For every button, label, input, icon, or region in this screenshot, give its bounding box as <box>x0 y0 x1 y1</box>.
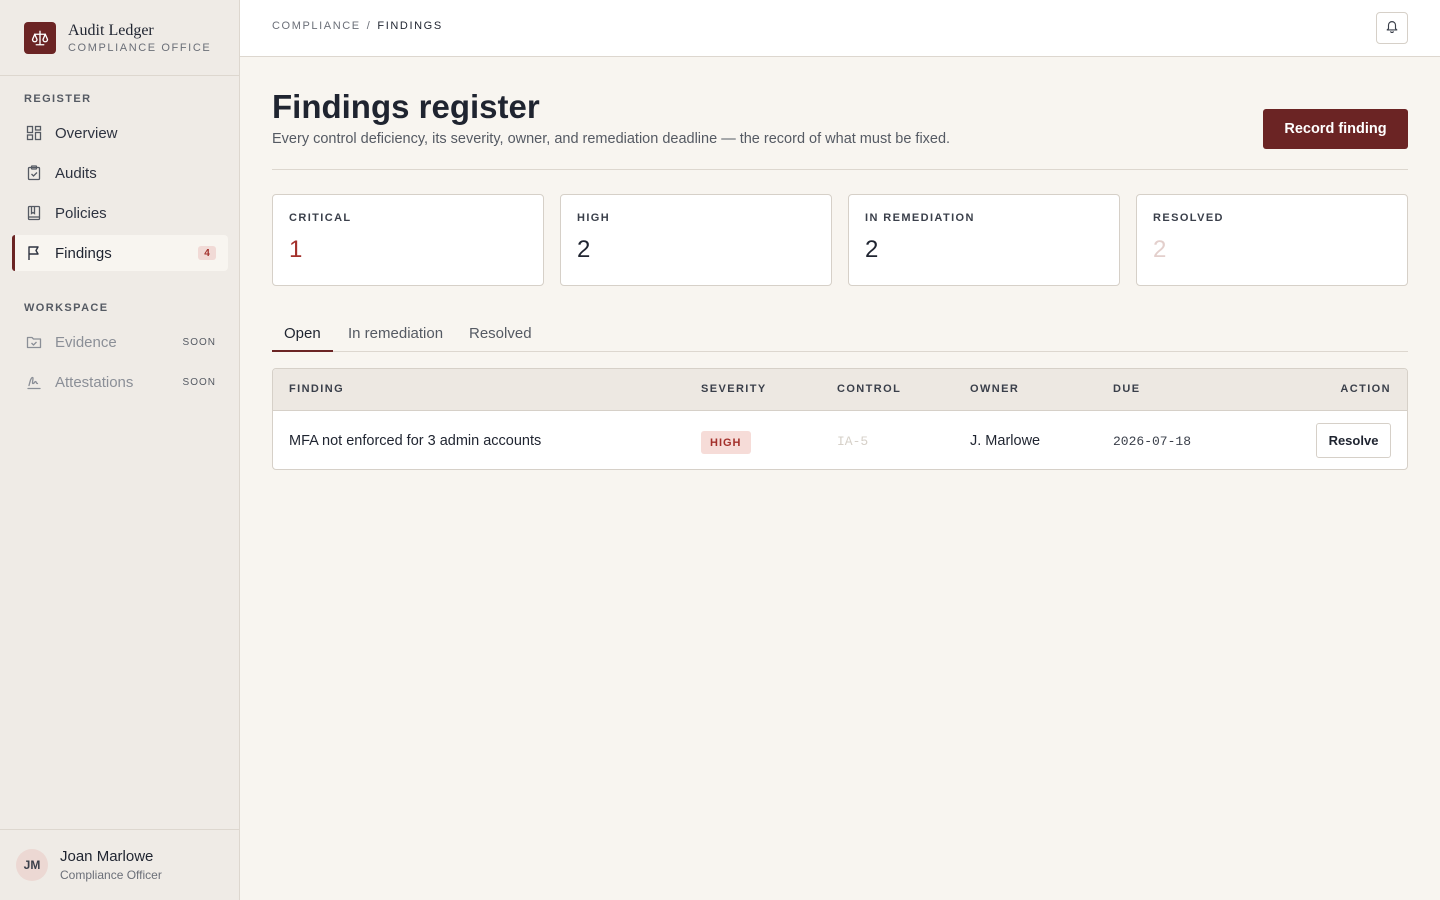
sidebar-item-label: Policies <box>55 204 107 222</box>
tab-open[interactable]: Open <box>272 325 333 352</box>
resolve-button[interactable]: Resolve <box>1316 423 1391 458</box>
brand: Audit Ledger COMPLIANCE OFFICE <box>0 0 239 76</box>
clipboard-check-icon <box>26 165 42 181</box>
sidebar-item-evidence: Evidence SOON <box>12 324 228 360</box>
bell-icon <box>1385 19 1399 38</box>
owner-name: J. Marlowe <box>970 433 1041 449</box>
sidebar-item-audits[interactable]: Audits <box>12 155 228 191</box>
column-header-action: ACTION <box>1340 383 1391 395</box>
control-id: IA-5 <box>837 434 869 449</box>
tab-in-remediation[interactable]: In remediation <box>336 325 455 352</box>
due-date: 2026-07-18 <box>1113 434 1192 449</box>
brand-subtitle: COMPLIANCE OFFICE <box>68 41 212 54</box>
stat-value: 1 <box>289 236 303 263</box>
divider <box>272 169 1408 170</box>
stat-card-high: HIGH 2 <box>560 194 832 286</box>
dashboard-grid-icon <box>26 125 42 141</box>
section-label-register: REGISTER <box>24 93 92 105</box>
brand-title: Audit Ledger <box>68 21 154 39</box>
sidebar-item-label: Overview <box>55 124 118 142</box>
sidebar-item-label: Evidence <box>55 333 117 351</box>
stat-value: 2 <box>865 236 879 263</box>
stat-label: HIGH <box>577 212 611 224</box>
sidebar: Audit Ledger COMPLIANCE OFFICE REGISTER … <box>0 0 240 900</box>
section-label-workspace: WORKSPACE <box>24 302 109 314</box>
sidebar-item-label: Findings <box>55 244 112 262</box>
user-role: Compliance Officer <box>60 868 162 882</box>
column-header-control: CONTROL <box>837 383 902 395</box>
stat-value: 2 <box>1153 236 1167 263</box>
signature-icon <box>26 374 42 390</box>
breadcrumb-current: FINDINGS <box>377 20 443 32</box>
sidebar-item-policies[interactable]: Policies <box>12 195 228 231</box>
sidebar-item-overview[interactable]: Overview <box>12 115 228 151</box>
notifications-button[interactable] <box>1376 12 1408 44</box>
table-header: FINDING SEVERITY CONTROL OWNER DUE ACTIO… <box>273 369 1407 411</box>
soon-tag: SOON <box>182 376 216 388</box>
stats-row: CRITICAL 1 HIGH 2 IN REMEDIATION 2 RESOL… <box>272 194 1408 286</box>
breadcrumb-parent[interactable]: COMPLIANCE <box>272 20 361 32</box>
finding-title: MFA not enforced for 3 admin accounts <box>289 433 542 449</box>
page-title: Findings register <box>272 88 540 125</box>
findings-count-badge: 4 <box>198 246 216 260</box>
column-header-finding: FINDING <box>289 383 345 395</box>
column-header-severity: SEVERITY <box>701 383 767 395</box>
stat-card-in-remediation: IN REMEDIATION 2 <box>848 194 1120 286</box>
user-name: Joan Marlowe <box>60 848 154 865</box>
scales-icon <box>24 21 56 54</box>
stat-card-critical: CRITICAL 1 <box>272 194 544 286</box>
topbar: COMPLIANCE / FINDINGS <box>240 0 1440 57</box>
findings-tabs: Open In remediation Resolved <box>272 319 1408 352</box>
breadcrumb: COMPLIANCE / FINDINGS <box>272 20 443 32</box>
breadcrumb-separator: / <box>366 20 372 32</box>
stat-value: 2 <box>577 236 591 263</box>
tab-resolved[interactable]: Resolved <box>457 325 544 352</box>
sidebar-item-findings[interactable]: Findings 4 <box>12 235 228 271</box>
avatar: JM <box>16 849 48 881</box>
stat-label: CRITICAL <box>289 212 352 224</box>
soon-tag: SOON <box>182 336 216 348</box>
column-header-owner: OWNER <box>970 383 1020 395</box>
stat-card-resolved: RESOLVED 2 <box>1136 194 1408 286</box>
sidebar-item-label: Audits <box>55 164 97 182</box>
stat-label: IN REMEDIATION <box>865 212 975 224</box>
table-row: MFA not enforced for 3 admin accounts HI… <box>273 411 1407 469</box>
folder-check-icon <box>26 334 42 350</box>
book-icon <box>26 205 42 221</box>
page-subtitle: Every control deficiency, its severity, … <box>272 131 951 147</box>
sidebar-item-label: Attestations <box>55 373 134 391</box>
sidebar-item-attestations: Attestations SOON <box>12 364 228 400</box>
severity-badge: HIGH <box>701 431 751 454</box>
stat-label: RESOLVED <box>1153 212 1224 224</box>
record-finding-button[interactable]: Record finding <box>1263 109 1408 149</box>
flag-icon <box>26 245 42 261</box>
column-header-due: DUE <box>1113 383 1141 395</box>
user-profile[interactable]: JM Joan Marlowe Compliance Officer <box>0 829 240 900</box>
findings-table: FINDING SEVERITY CONTROL OWNER DUE ACTIO… <box>272 368 1408 470</box>
